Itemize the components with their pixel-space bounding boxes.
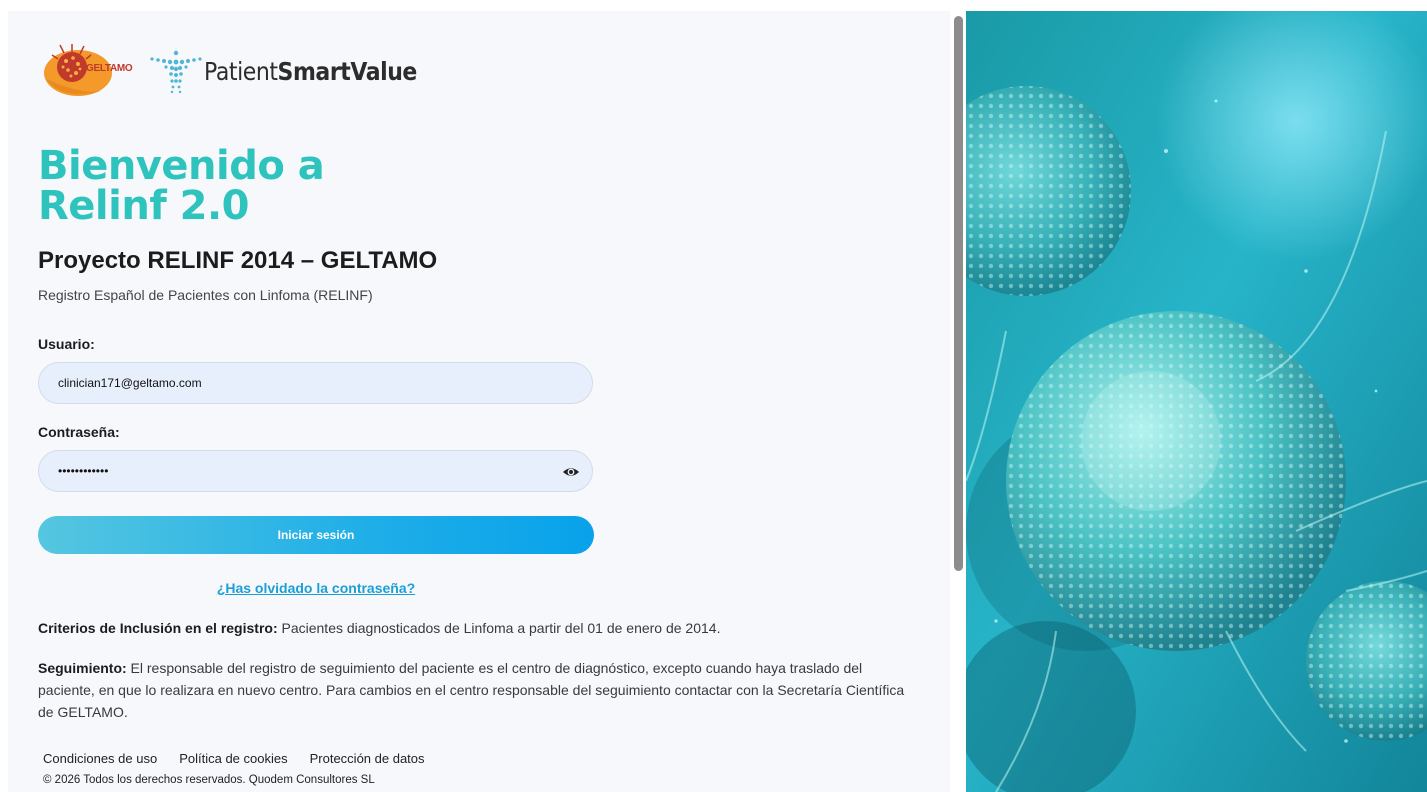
project-subtitle: Registro Español de Pacientes con Linfom… — [38, 287, 373, 303]
eye-icon[interactable] — [562, 463, 580, 481]
forgot-password-link[interactable]: ¿Has olvidado la contraseña? — [38, 580, 594, 596]
login-page: GELTAMO PatientSmartValue Bienvenido a R… — [0, 0, 1427, 792]
hero-image — [966, 11, 1427, 792]
inclusion-criteria-text: Pacientes diagnosticados de Linfoma a pa… — [277, 620, 721, 636]
patientsmartvalue-wordmark: PatientSmartValue — [204, 57, 417, 86]
user-input[interactable] — [39, 363, 592, 403]
wordmark-bold: SmartValue — [277, 56, 418, 86]
lymphoma-cells-illustration — [966, 11, 1427, 792]
cookie-policy-link[interactable]: Política de cookies — [179, 751, 287, 766]
welcome-heading: Bienvenido a Relinf 2.0 — [38, 146, 325, 229]
brand-logos: GELTAMO PatientSmartValue — [42, 41, 446, 101]
follow-up-label: Seguimiento: — [38, 660, 127, 676]
login-panel: GELTAMO PatientSmartValue Bienvenido a R… — [8, 11, 950, 792]
patientsmartvalue-logo — [146, 46, 206, 96]
inclusion-criteria-label: Criterios de Inclusión en el registro: — [38, 620, 278, 636]
footer-links: Condiciones de uso Política de cookies P… — [43, 751, 425, 766]
password-field-wrapper — [38, 450, 593, 492]
wordmark-light: Patient — [204, 56, 278, 86]
project-title: Proyecto RELINF 2014 – GELTAMO — [38, 247, 438, 274]
user-label: Usuario: — [38, 336, 95, 352]
password-input[interactable] — [39, 451, 592, 491]
welcome-line-2: Relinf 2.0 — [38, 183, 250, 229]
scrollbar-thumb[interactable] — [954, 16, 963, 571]
follow-up-text: El responsable del registro de seguimien… — [38, 660, 905, 720]
copyright: © 2026 Todos los derechos reservados. Qu… — [43, 774, 375, 786]
password-label: Contraseña: — [38, 424, 120, 440]
geltamo-logo-text: GELTAMO — [86, 63, 133, 74]
inclusion-criteria: Criterios de Inclusión en el registro: P… — [38, 617, 908, 639]
data-protection-link[interactable]: Protección de datos — [310, 751, 425, 766]
terms-link[interactable]: Condiciones de uso — [43, 751, 157, 766]
geltamo-logo: GELTAMO — [42, 43, 142, 99]
login-button[interactable]: Iniciar sesión — [38, 516, 594, 554]
follow-up-info: Seguimiento: El responsable del registro… — [38, 657, 908, 723]
user-field-wrapper — [38, 362, 593, 404]
vertical-scrollbar[interactable] — [951, 11, 966, 792]
